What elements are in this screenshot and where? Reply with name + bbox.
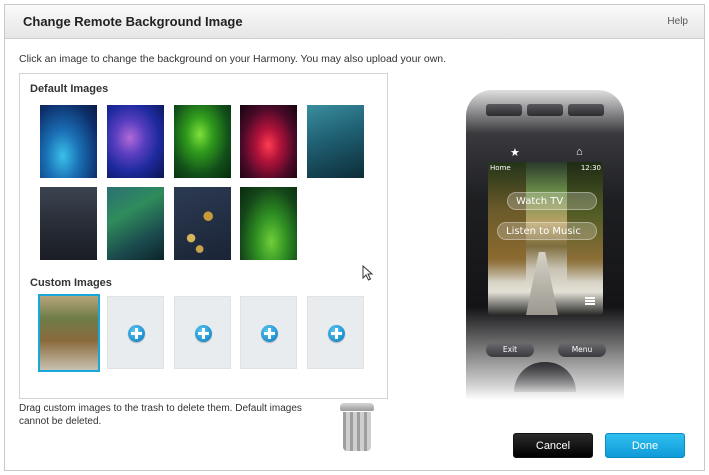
default-image-thumbnail[interactable]	[40, 187, 97, 260]
add-icon	[328, 325, 345, 342]
cancel-button[interactable]: Cancel	[513, 433, 593, 458]
default-image-thumbnail[interactable]	[240, 187, 297, 260]
add-icon	[195, 325, 212, 342]
default-image-thumbnail[interactable]	[174, 187, 231, 260]
dialog-titlebar: Change Remote Background Image Help	[5, 5, 704, 39]
default-image-thumbnail[interactable]	[107, 187, 164, 260]
remote-preview: ★ ⌂ Home 12:30 Watch TV Listen to Music …	[466, 90, 624, 400]
help-link[interactable]: Help	[667, 16, 688, 27]
custom-images-label: Custom Images	[30, 277, 112, 289]
default-image-thumbnail[interactable]	[40, 105, 97, 178]
home-icon: ⌂	[576, 146, 583, 158]
remote-menu-button: Menu	[558, 343, 606, 357]
remote-exit-button: Exit	[486, 343, 534, 357]
mouse-pointer-icon	[362, 265, 374, 281]
add-custom-image-slot[interactable]	[240, 296, 297, 369]
add-custom-image-slot[interactable]	[174, 296, 231, 369]
remote-activity-watch-tv: Watch TV	[507, 192, 597, 210]
image-picker-panel: Default Images Custom Images	[19, 73, 388, 399]
add-icon	[128, 325, 145, 342]
delete-hint-text: Drag custom images to the trash to delet…	[19, 403, 302, 427]
add-custom-image-slot[interactable]	[107, 296, 164, 369]
star-icon: ★	[510, 147, 520, 159]
remote-screen-preview: Home 12:30 Watch TV Listen to Music	[488, 162, 603, 315]
default-image-thumbnail[interactable]	[107, 105, 164, 178]
remote-dpad	[514, 362, 576, 392]
done-button[interactable]: Done	[605, 433, 685, 458]
remote-status-home: Home	[490, 164, 511, 172]
remote-top-button	[568, 104, 604, 116]
remote-activity-listen-music: Listen to Music	[497, 222, 597, 240]
dialog-title: Change Remote Background Image	[23, 14, 243, 29]
remote-status-time: 12:30	[580, 164, 601, 172]
default-image-thumbnail[interactable]	[307, 105, 364, 178]
remote-top-button	[486, 104, 522, 116]
default-image-thumbnail[interactable]	[240, 105, 297, 178]
add-icon	[261, 325, 278, 342]
instructions-text: Click an image to change the background …	[19, 53, 447, 65]
remote-top-button	[527, 104, 563, 116]
custom-image-thumbnail-selected[interactable]	[38, 294, 100, 372]
remote-status-bar: Home 12:30	[490, 164, 601, 174]
default-images-label: Default Images	[30, 83, 109, 95]
add-custom-image-slot[interactable]	[307, 296, 364, 369]
default-image-thumbnail[interactable]	[174, 105, 231, 178]
trash-icon[interactable]	[340, 403, 374, 451]
menu-icon	[585, 297, 595, 305]
